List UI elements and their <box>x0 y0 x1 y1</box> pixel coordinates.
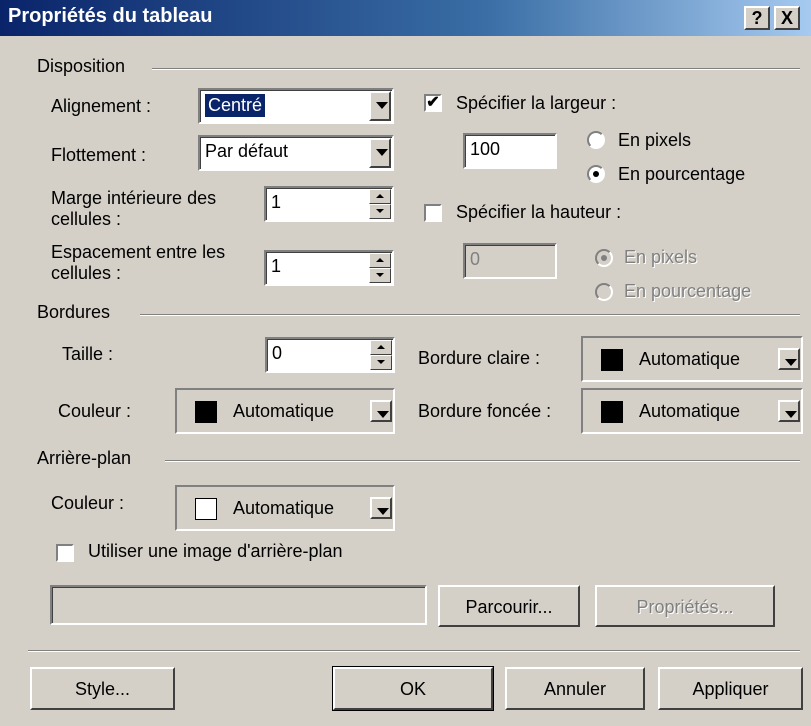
hauteur-checkbox[interactable] <box>424 204 442 222</box>
couleur-fond-label: Couleur : <box>51 493 125 513</box>
taille-stepper[interactable]: 0 <box>265 337 395 373</box>
bordure-foncee-label: Bordure foncée : <box>418 401 552 421</box>
help-icon: ? <box>751 8 763 28</box>
espacement-value: 1 <box>271 256 282 276</box>
espacement-label-line2: cellules : <box>51 263 122 283</box>
spin-down-icon[interactable] <box>370 355 392 370</box>
largeur-pixels-radio[interactable] <box>587 131 605 149</box>
largeur-checkbox[interactable]: ✔ <box>424 94 442 112</box>
marge-label-line2: cellules : <box>51 209 122 229</box>
chevron-down-icon[interactable] <box>778 348 800 370</box>
marge-stepper[interactable]: 1 <box>264 186 394 222</box>
close-icon: X <box>780 8 793 28</box>
couleur-fond-value: Automatique <box>233 498 335 518</box>
spin-down-icon[interactable] <box>369 268 391 283</box>
group-label-arriere-plan: Arrière-plan <box>37 448 132 468</box>
group-divider <box>140 314 800 316</box>
espacement-stepper[interactable]: 1 <box>264 250 394 286</box>
spin-buttons[interactable] <box>370 340 392 370</box>
largeur-value: 100 <box>470 139 501 159</box>
flottement-select[interactable]: Par défaut <box>198 135 394 171</box>
annuler-label: Annuler <box>543 679 607 699</box>
appliquer-label: Appliquer <box>692 679 769 699</box>
taille-value: 0 <box>272 343 283 363</box>
group-divider <box>152 68 800 70</box>
spin-up-icon[interactable] <box>370 340 392 355</box>
group-label-bordures: Bordures <box>37 302 111 322</box>
bordure-claire-value: Automatique <box>639 349 741 369</box>
proprietes-label: Propriétés... <box>636 597 734 617</box>
group-divider <box>165 460 800 462</box>
chevron-down-icon[interactable] <box>370 497 392 519</box>
flottement-label: Flottement : <box>51 145 147 165</box>
hauteur-value: 0 <box>470 249 481 269</box>
color-swatch <box>195 401 217 423</box>
title-bar[interactable]: Propriétés du tableau ? X <box>0 0 811 36</box>
image-checkbox[interactable] <box>56 544 74 562</box>
color-swatch <box>601 349 623 371</box>
hauteur-pixels-radio <box>595 249 613 267</box>
dialog-title: Propriétés du tableau <box>8 5 213 27</box>
image-label: Utiliser une image d'arrière-plan <box>88 541 343 561</box>
footer-divider <box>28 650 800 652</box>
hauteur-pourcentage-label: En pourcentage <box>624 281 752 301</box>
color-swatch <box>195 498 217 520</box>
group-label-disposition: Disposition <box>37 56 126 76</box>
spin-buttons[interactable] <box>369 253 391 283</box>
chevron-down-icon[interactable] <box>778 400 800 422</box>
alignement-value: Centré <box>205 94 266 117</box>
color-swatch <box>601 401 623 423</box>
proprietes-button: Propriétés... <box>595 585 775 627</box>
annuler-button[interactable]: Annuler <box>505 667 645 710</box>
close-button[interactable]: X <box>774 6 800 30</box>
alignement-select[interactable]: Centré <box>198 88 394 124</box>
parcourir-label: Parcourir... <box>465 597 553 617</box>
spin-down-icon[interactable] <box>369 204 391 219</box>
marge-label-line1: Marge intérieure des <box>51 188 217 208</box>
chevron-down-icon[interactable] <box>369 91 391 121</box>
chevron-down-icon[interactable] <box>370 400 392 422</box>
bordure-claire-label: Bordure claire : <box>418 348 541 368</box>
bordure-foncee-select[interactable]: Automatique <box>581 388 803 434</box>
style-label: Style... <box>74 679 131 699</box>
largeur-input[interactable]: 100 <box>463 133 557 169</box>
hauteur-pixels-label: En pixels <box>624 247 698 267</box>
couleur-fond-select[interactable]: Automatique <box>175 485 395 531</box>
marge-value: 1 <box>271 192 282 212</box>
table-properties-dialog: Propriétés du tableau ? X Disposition Al… <box>0 0 811 726</box>
style-button[interactable]: Style... <box>30 667 175 710</box>
couleur-bordure-label: Couleur : <box>58 401 132 421</box>
alignement-label: Alignement : <box>51 96 152 116</box>
bordure-claire-select[interactable]: Automatique <box>581 336 803 382</box>
largeur-pourcentage-label: En pourcentage <box>618 164 746 184</box>
parcourir-button[interactable]: Parcourir... <box>438 585 580 627</box>
help-button[interactable]: ? <box>744 6 770 30</box>
chevron-down-icon[interactable] <box>369 138 391 168</box>
largeur-pourcentage-radio[interactable] <box>587 165 605 183</box>
spin-up-icon[interactable] <box>369 189 391 204</box>
hauteur-label: Spécifier la hauteur : <box>456 202 622 222</box>
hauteur-input: 0 <box>463 243 557 279</box>
spin-buttons[interactable] <box>369 189 391 219</box>
image-path-input <box>50 585 427 625</box>
largeur-pixels-label: En pixels <box>618 130 692 150</box>
hauteur-pourcentage-radio <box>595 283 613 301</box>
appliquer-button[interactable]: Appliquer <box>658 667 803 710</box>
espacement-label-line1: Espacement entre les <box>51 242 226 262</box>
ok-button[interactable]: OK <box>332 666 494 711</box>
ok-label: OK <box>399 679 426 699</box>
check-icon: ✔ <box>426 94 440 111</box>
spin-up-icon[interactable] <box>369 253 391 268</box>
bordure-foncee-value: Automatique <box>639 401 741 421</box>
taille-label: Taille : <box>62 344 114 364</box>
couleur-bordure-select[interactable]: Automatique <box>175 388 395 434</box>
flottement-value: Par défaut <box>205 141 289 161</box>
couleur-bordure-value: Automatique <box>233 401 335 421</box>
largeur-label: Spécifier la largeur : <box>456 93 617 113</box>
